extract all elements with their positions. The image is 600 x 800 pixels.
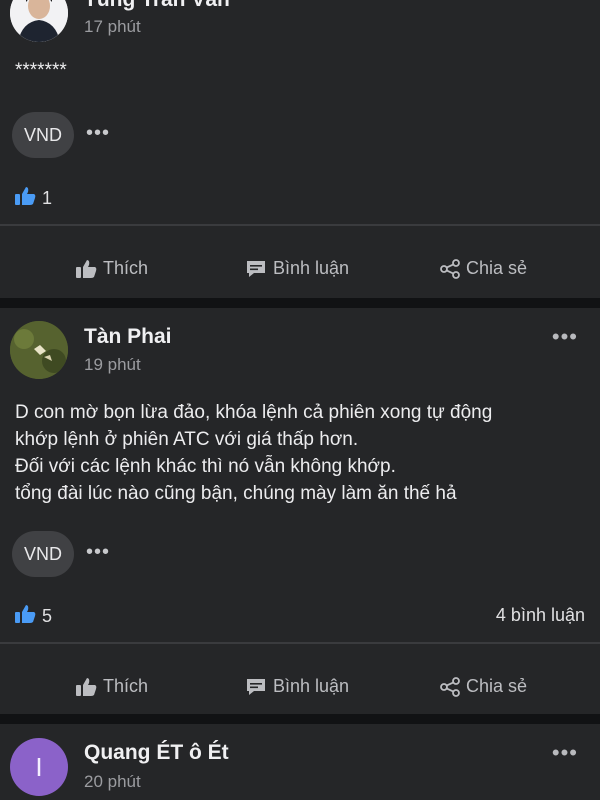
post-separator: [0, 714, 600, 724]
post-card: I Quang ÉT ô Ét 20 phút •••: [0, 724, 600, 800]
post-author[interactable]: Tùng Trần Văn: [84, 0, 230, 12]
post-time: 17 phút: [84, 17, 141, 36]
comment-label: Bình luận: [273, 676, 350, 696]
post-time: 19 phút: [84, 355, 141, 374]
post-text-line: *******: [15, 60, 67, 81]
share-button[interactable]: Chia sẻ: [440, 258, 527, 279]
chat-icon: [245, 259, 267, 279]
like-button[interactable]: Thích: [75, 676, 148, 697]
post-text-line: tổng đài lúc nào cũng bận, chúng mày làm…: [15, 483, 457, 504]
comment-button[interactable]: Bình luận: [245, 258, 349, 279]
like-label: Thích: [103, 258, 149, 278]
avatar[interactable]: [10, 0, 68, 42]
post-card: Tùng Trần Văn 17 phút ******* VND ••• 1 …: [0, 0, 600, 298]
more-icon[interactable]: •••: [552, 324, 578, 350]
more-icon[interactable]: •••: [552, 740, 578, 766]
comment-button[interactable]: Bình luận: [245, 676, 349, 697]
post-author[interactable]: Quang ÉT ô Ét: [84, 741, 229, 765]
like-label: Thích: [103, 676, 149, 696]
like-summary[interactable]: 1: [14, 186, 52, 211]
share-icon: [440, 676, 460, 697]
post-text-line: D con mờ bọn lừa đảo, khóa lệnh cả phiên…: [15, 402, 493, 423]
avatar[interactable]: I: [10, 738, 68, 796]
divider: [0, 642, 600, 644]
post-card: Tàn Phai 19 phút ••• D con mờ bọn lừa đả…: [0, 308, 600, 714]
avatar[interactable]: [10, 321, 68, 379]
like-count: 1: [42, 188, 53, 208]
post-text-line: khớp lệnh ở phiên ATC với giá thấp hơn.: [15, 429, 359, 450]
share-button[interactable]: Chia sẻ: [440, 676, 527, 697]
comment-count[interactable]: 4 bình luận: [496, 605, 585, 626]
share-label: Chia sẻ: [466, 258, 528, 278]
like-summary[interactable]: 5: [14, 604, 52, 629]
post-text-line: Đối với các lệnh khác thì nó vẫn không k…: [15, 456, 396, 477]
share-label: Chia sẻ: [466, 676, 528, 696]
thumbs-up-icon: [75, 259, 97, 279]
thumbs-up-icon: [14, 186, 36, 211]
post-author[interactable]: Tàn Phai: [84, 325, 172, 349]
like-count: 5: [42, 606, 53, 626]
post-body: D con mờ bọn lừa đảo, khóa lệnh cả phiên…: [15, 399, 590, 507]
more-icon[interactable]: •••: [86, 122, 110, 145]
post-body: *******: [15, 57, 590, 84]
avatar-initial: I: [35, 751, 43, 782]
divider: [0, 224, 600, 226]
thumbs-up-icon: [14, 604, 36, 629]
post-time: 20 phút: [84, 772, 141, 791]
post-separator: [0, 298, 600, 308]
thumbs-up-icon: [75, 677, 97, 697]
stock-tag[interactable]: VND: [12, 531, 74, 577]
like-button[interactable]: Thích: [75, 258, 148, 279]
stock-tag[interactable]: VND: [12, 112, 74, 158]
share-icon: [440, 258, 460, 279]
more-icon[interactable]: •••: [86, 541, 110, 564]
comment-label: Bình luận: [273, 258, 350, 278]
chat-icon: [245, 677, 267, 697]
